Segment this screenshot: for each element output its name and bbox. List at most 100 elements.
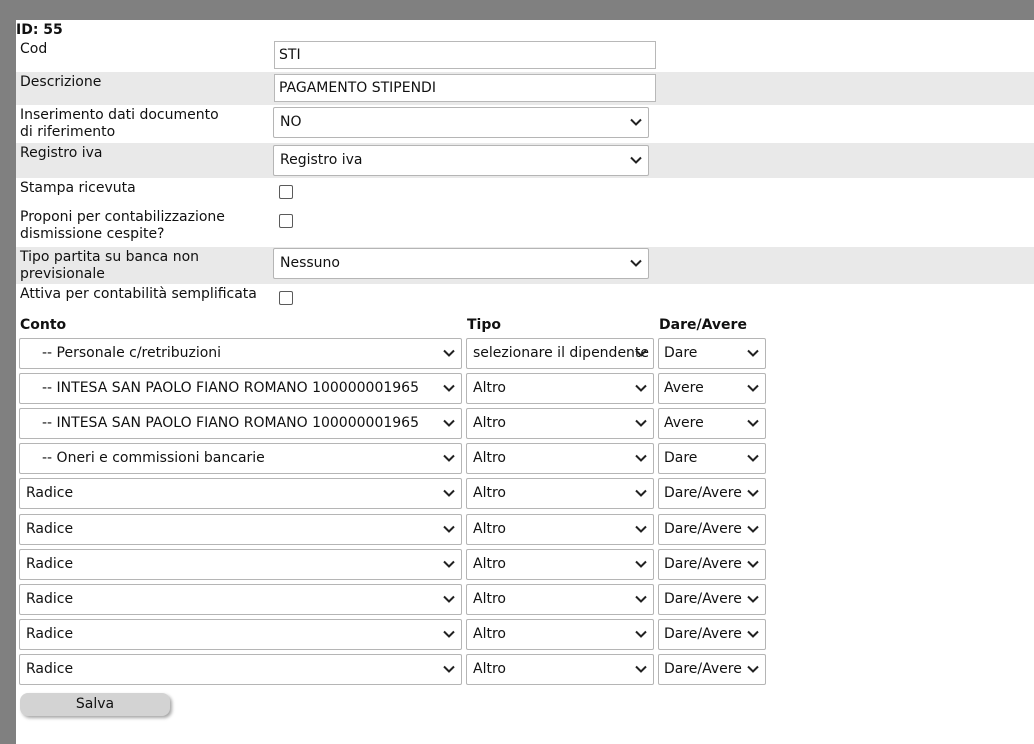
row-proponi: Proponi per contabilizzazione dismission… bbox=[16, 207, 1034, 247]
conto-header: Conto bbox=[20, 317, 67, 333]
row-attiva: Attiva per contabilità semplificata bbox=[16, 284, 1034, 314]
registro-iva-label: Registro iva bbox=[20, 145, 103, 161]
row-descrizione: Descrizione PAGAMENTO STIPENDI bbox=[16, 72, 1034, 105]
chevron-down-icon bbox=[443, 560, 455, 568]
tipo-select[interactable]: Altro bbox=[466, 653, 654, 685]
chevron-down-icon bbox=[747, 384, 759, 393]
tipo-value: Altro bbox=[473, 625, 506, 642]
chevron-down-icon bbox=[635, 560, 647, 568]
conto-select[interactable]: Radice bbox=[19, 653, 462, 685]
tipo-value: Altro bbox=[473, 380, 506, 397]
chevron-down-icon bbox=[443, 384, 455, 393]
tipo-select[interactable]: Altro bbox=[466, 513, 654, 545]
dare-avere-select[interactable]: Dare/Avere bbox=[658, 478, 766, 510]
conto-select[interactable]: -- INTESA SAN PAOLO FIANO ROMANO 1000000… bbox=[19, 373, 462, 405]
chevron-down-icon bbox=[635, 525, 647, 533]
conto-value: Radice bbox=[26, 555, 74, 572]
stampa-ricevuta-checkbox[interactable] bbox=[279, 185, 293, 199]
dare-avere-select[interactable]: Dare/Avere bbox=[658, 513, 766, 545]
tipo-value: Altro bbox=[473, 485, 506, 502]
row-inserimento: Inserimento dati documento di riferiment… bbox=[16, 105, 1034, 143]
conto-value: Radice bbox=[26, 590, 74, 607]
record-id: ID: 55 bbox=[16, 22, 63, 38]
row-registro-iva: Registro iva Registro iva bbox=[16, 143, 1034, 178]
chevron-down-icon bbox=[443, 665, 455, 673]
chevron-down-icon bbox=[747, 560, 759, 568]
chevron-down-icon bbox=[630, 259, 642, 267]
chevron-down-icon bbox=[747, 630, 759, 638]
record-form: ID: 55 Cod STI Descrizione PAGAMENTO STI… bbox=[16, 20, 1034, 744]
chevron-down-icon bbox=[635, 384, 647, 393]
registro-iva-select[interactable]: Registro iva bbox=[273, 145, 649, 176]
tipo-value: Altro bbox=[473, 450, 506, 467]
tipo-select[interactable]: Altro bbox=[466, 478, 654, 510]
conto-value: -- INTESA SAN PAOLO FIANO ROMANO 1000000… bbox=[42, 380, 419, 397]
conto-value: Radice bbox=[26, 485, 74, 502]
conto-select[interactable]: -- Personale c/retribuzioni bbox=[19, 338, 462, 369]
tipo-value: Altro bbox=[473, 660, 506, 677]
conto-select[interactable]: Radice bbox=[19, 618, 462, 650]
proponi-checkbox[interactable] bbox=[279, 214, 293, 228]
conto-value: Radice bbox=[26, 520, 74, 537]
chevron-down-icon bbox=[635, 665, 647, 673]
tipo-header: Tipo bbox=[467, 317, 501, 333]
conto-select[interactable]: Radice bbox=[19, 513, 462, 545]
dare-avere-select[interactable]: Avere bbox=[658, 408, 766, 440]
chevron-down-icon bbox=[443, 455, 455, 463]
save-button[interactable]: Salva bbox=[20, 693, 170, 716]
chevron-down-icon bbox=[635, 349, 647, 357]
chevron-down-icon bbox=[443, 349, 455, 357]
chevron-down-icon bbox=[747, 419, 759, 428]
tipo-value: Altro bbox=[473, 520, 506, 537]
tipo-select[interactable]: Altro bbox=[466, 408, 654, 440]
conto-select[interactable]: Radice bbox=[19, 478, 462, 510]
tipo-select[interactable]: Altro bbox=[466, 583, 654, 615]
tipo-select[interactable]: selezionare il dipendente bbox=[466, 338, 654, 369]
chevron-down-icon bbox=[443, 595, 455, 603]
descrizione-label: Descrizione bbox=[20, 74, 102, 90]
chevron-down-icon bbox=[443, 419, 455, 428]
tipo-partita-value: Nessuno bbox=[280, 255, 340, 271]
chevron-down-icon bbox=[635, 419, 647, 428]
chevron-down-icon bbox=[630, 118, 642, 126]
dare-avere-header: Dare/Avere bbox=[659, 317, 747, 333]
cod-input[interactable]: STI bbox=[274, 41, 656, 69]
chevron-down-icon bbox=[443, 630, 455, 638]
chevron-down-icon bbox=[443, 490, 455, 498]
chevron-down-icon bbox=[635, 630, 647, 638]
tipo-select[interactable]: Altro bbox=[466, 548, 654, 580]
tipo-value: selezionare il dipendente bbox=[473, 345, 650, 361]
dare-avere-select[interactable]: Dare bbox=[658, 443, 766, 475]
tipo-value: Altro bbox=[473, 590, 506, 607]
tipo-value: Altro bbox=[473, 415, 506, 432]
conto-value: Radice bbox=[26, 660, 74, 677]
tipo-select[interactable]: Altro bbox=[466, 618, 654, 650]
descrizione-input[interactable]: PAGAMENTO STIPENDI bbox=[274, 74, 656, 102]
tipo-select[interactable]: Altro bbox=[466, 443, 654, 475]
inserimento-select[interactable]: NO bbox=[273, 107, 649, 138]
conto-select[interactable]: Radice bbox=[19, 548, 462, 580]
dare-avere-select[interactable]: Dare/Avere bbox=[658, 653, 766, 685]
chevron-down-icon bbox=[747, 665, 759, 673]
attiva-label: Attiva per contabilità semplificata bbox=[20, 286, 257, 302]
conto-value: -- Oneri e commissioni bancarie bbox=[42, 450, 265, 467]
conto-select[interactable]: -- INTESA SAN PAOLO FIANO ROMANO 1000000… bbox=[19, 408, 462, 440]
attiva-checkbox[interactable] bbox=[279, 291, 293, 305]
inserimento-value: NO bbox=[280, 114, 302, 130]
dare-avere-select[interactable]: Dare/Avere bbox=[658, 583, 766, 615]
tipo-select[interactable]: Altro bbox=[466, 373, 654, 405]
dare-avere-select[interactable]: Avere bbox=[658, 373, 766, 405]
chevron-down-icon bbox=[747, 455, 759, 463]
dare-avere-select[interactable]: Dare bbox=[658, 338, 766, 369]
tipo-value: Altro bbox=[473, 555, 506, 572]
dare-avere-select[interactable]: Dare/Avere bbox=[658, 618, 766, 650]
chevron-down-icon bbox=[630, 156, 642, 164]
tipo-partita-select[interactable]: Nessuno bbox=[273, 248, 649, 279]
dare-avere-select[interactable]: Dare/Avere bbox=[658, 548, 766, 580]
tipo-partita-label: Tipo partita su banca non previsionale bbox=[20, 249, 200, 282]
conto-select[interactable]: -- Oneri e commissioni bancarie bbox=[19, 443, 462, 475]
conto-select[interactable]: Radice bbox=[19, 583, 462, 615]
chevron-down-icon bbox=[747, 525, 759, 533]
chevron-down-icon bbox=[635, 595, 647, 603]
chevron-down-icon bbox=[747, 349, 759, 357]
